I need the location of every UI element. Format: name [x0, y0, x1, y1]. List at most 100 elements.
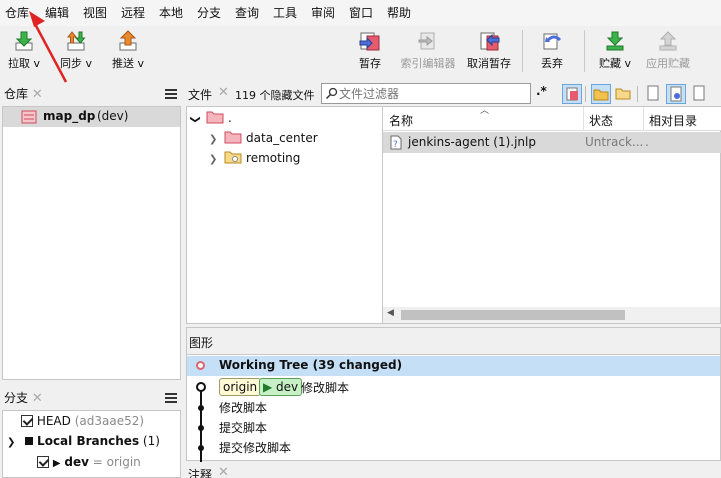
tree-folder-label: remoting	[246, 151, 301, 165]
scroll-left-icon[interactable]: ◀	[387, 308, 394, 318]
repository-item[interactable]: map_dp (dev)	[3, 107, 180, 127]
file-filter-input[interactable]	[339, 85, 525, 102]
tree-folder-data-center[interactable]: ❯ data_center	[209, 130, 318, 145]
toolbar-separator	[585, 86, 586, 102]
hidden-files-count[interactable]: 119 个隐藏文件	[235, 87, 315, 103]
chevron-right-icon[interactable]: ❯	[209, 154, 217, 165]
commit-node	[196, 382, 206, 392]
stash-button[interactable]: 贮藏 v	[594, 26, 636, 82]
commit-row[interactable]: origin ▶ dev 修改脚本	[187, 377, 720, 397]
graph-panel-title: 图形	[189, 336, 214, 350]
menu-icon[interactable]	[165, 393, 177, 403]
column-divider[interactable]	[643, 107, 644, 131]
menu-help[interactable]: 帮助	[387, 5, 411, 21]
apply-stash-button[interactable]: 应用贮藏	[642, 26, 694, 82]
chevron-right-icon[interactable]: ❯	[209, 134, 217, 145]
current-branch-icon: ▶	[52, 458, 61, 469]
commit-message: 修改脚本	[301, 381, 350, 395]
head-row[interactable]: HEAD (ad3aae52)	[21, 414, 144, 428]
notes-panel-header: 注释 ✕	[188, 464, 721, 478]
menu-local[interactable]: 本地	[159, 5, 183, 21]
menu-tools[interactable]: 工具	[273, 5, 297, 21]
unstage-button[interactable]: 取消暂存	[464, 26, 514, 82]
stage-button[interactable]: 暂存	[350, 26, 390, 82]
close-icon[interactable]: ✕	[32, 391, 43, 406]
other-view-toggle[interactable]	[690, 84, 710, 104]
column-header-status[interactable]: 状态	[589, 112, 613, 129]
local-branches-row[interactable]: ❯ Local Branches (1)	[7, 434, 160, 448]
branch-dev-row[interactable]: ▶ dev = origin	[37, 455, 141, 469]
file-directory: .	[645, 135, 649, 149]
show-open-folders-toggle[interactable]	[614, 84, 634, 104]
checkbox[interactable]	[37, 456, 49, 468]
toolbar-separator	[637, 86, 638, 102]
close-icon[interactable]: ✕	[32, 87, 43, 102]
regex-toggle[interactable]: .*	[536, 84, 547, 98]
chevron-down-icon[interactable]: ❯	[7, 437, 15, 448]
menu-review[interactable]: 审阅	[311, 5, 335, 21]
commit-row[interactable]: 提交修改脚本	[187, 437, 720, 457]
flat-view-toggle[interactable]	[644, 84, 664, 104]
discard-label: 丢弃	[541, 57, 563, 70]
show-folders-toggle[interactable]	[591, 84, 611, 104]
menu-icon[interactable]	[165, 89, 177, 99]
index-editor-icon	[418, 32, 435, 50]
menu-branch[interactable]: 分支	[197, 5, 221, 21]
commit-row[interactable]: 提交脚本	[187, 417, 720, 437]
folder-icon	[206, 111, 224, 124]
repository-panel-title: 仓库	[4, 87, 29, 101]
apply-stash-label: 应用贮藏	[646, 57, 690, 70]
stash-label: 贮藏 v	[598, 57, 631, 70]
tree-root-row[interactable]: ❯ .	[190, 110, 232, 125]
directory-tree: ❯ . ❯ data_center ❯ remoting	[186, 106, 382, 324]
unstage-label: 取消暂存	[467, 57, 511, 70]
checkbox[interactable]	[21, 415, 33, 427]
toolbar: 拉取 v 同步 v 推送 v 暂存 索引编辑器 取消暂存 丢弃 贮藏 v 应用贮…	[0, 26, 721, 82]
discard-button[interactable]: 丢弃	[532, 26, 572, 82]
stage-label: 暂存	[359, 57, 381, 70]
menu-remote[interactable]: 远程	[121, 5, 145, 21]
repository-panel-header: 仓库 ✕	[4, 83, 180, 105]
show-modified-toggle[interactable]	[562, 84, 582, 104]
folder-icon	[593, 89, 609, 101]
commit-row[interactable]: 修改脚本	[187, 397, 720, 417]
remote-branch-tag[interactable]: origin	[219, 378, 262, 396]
commit-node	[198, 425, 204, 431]
close-icon[interactable]: ✕	[218, 465, 229, 478]
scrollbar-thumb[interactable]	[401, 310, 625, 320]
column-divider[interactable]	[583, 107, 584, 131]
push-icon	[119, 30, 137, 51]
local-branches-label: Local Branches	[37, 434, 140, 448]
tree-folder-remoting[interactable]: ❯ remoting	[209, 150, 300, 165]
file-list-header: 名称 ︿ 状态 相对目录	[383, 106, 721, 131]
branches-panel-header: 分支 ✕	[4, 387, 180, 409]
menu-view[interactable]: 视图	[83, 5, 107, 21]
graph-panel-header: 图形	[187, 328, 720, 355]
annotation-arrow	[29, 11, 68, 83]
file-status: Untrack...	[585, 135, 644, 149]
column-header-directory[interactable]: 相对目录	[649, 112, 697, 129]
graph-panel: 图形 Working Tree (39 changed) origin ▶ dev…	[186, 327, 721, 462]
push-button[interactable]: 推送 v	[106, 26, 150, 82]
chevron-down-icon[interactable]: ❯	[190, 115, 201, 123]
branches-panel-title: 分支	[4, 391, 29, 405]
index-editor-button[interactable]: 索引编辑器	[398, 26, 458, 82]
repository-name: map_dp	[43, 109, 96, 123]
partial-checkbox[interactable]	[25, 437, 34, 445]
tree-view-toggle[interactable]	[666, 84, 686, 104]
column-header-name[interactable]: 名称	[389, 112, 413, 129]
local-branch-tag[interactable]: ▶ dev	[259, 378, 303, 396]
horizontal-scrollbar[interactable]: ◀	[383, 307, 720, 323]
working-tree-row[interactable]: Working Tree (39 changed)	[187, 356, 720, 376]
menu-query[interactable]: 查询	[235, 5, 259, 21]
local-branches-count: (1)	[142, 434, 160, 448]
repository-branch: (dev)	[97, 109, 129, 123]
untracked-file-icon: ?	[390, 135, 402, 150]
commit-node	[198, 405, 204, 411]
file-filter-field[interactable]	[321, 83, 531, 104]
file-row[interactable]: ? jenkins-agent (1).jnlp Untrack... .	[383, 132, 721, 153]
working-tree-node	[196, 361, 205, 370]
discard-icon	[543, 33, 562, 50]
menu-window[interactable]: 窗口	[349, 5, 373, 21]
close-icon[interactable]: ✕	[218, 85, 229, 100]
